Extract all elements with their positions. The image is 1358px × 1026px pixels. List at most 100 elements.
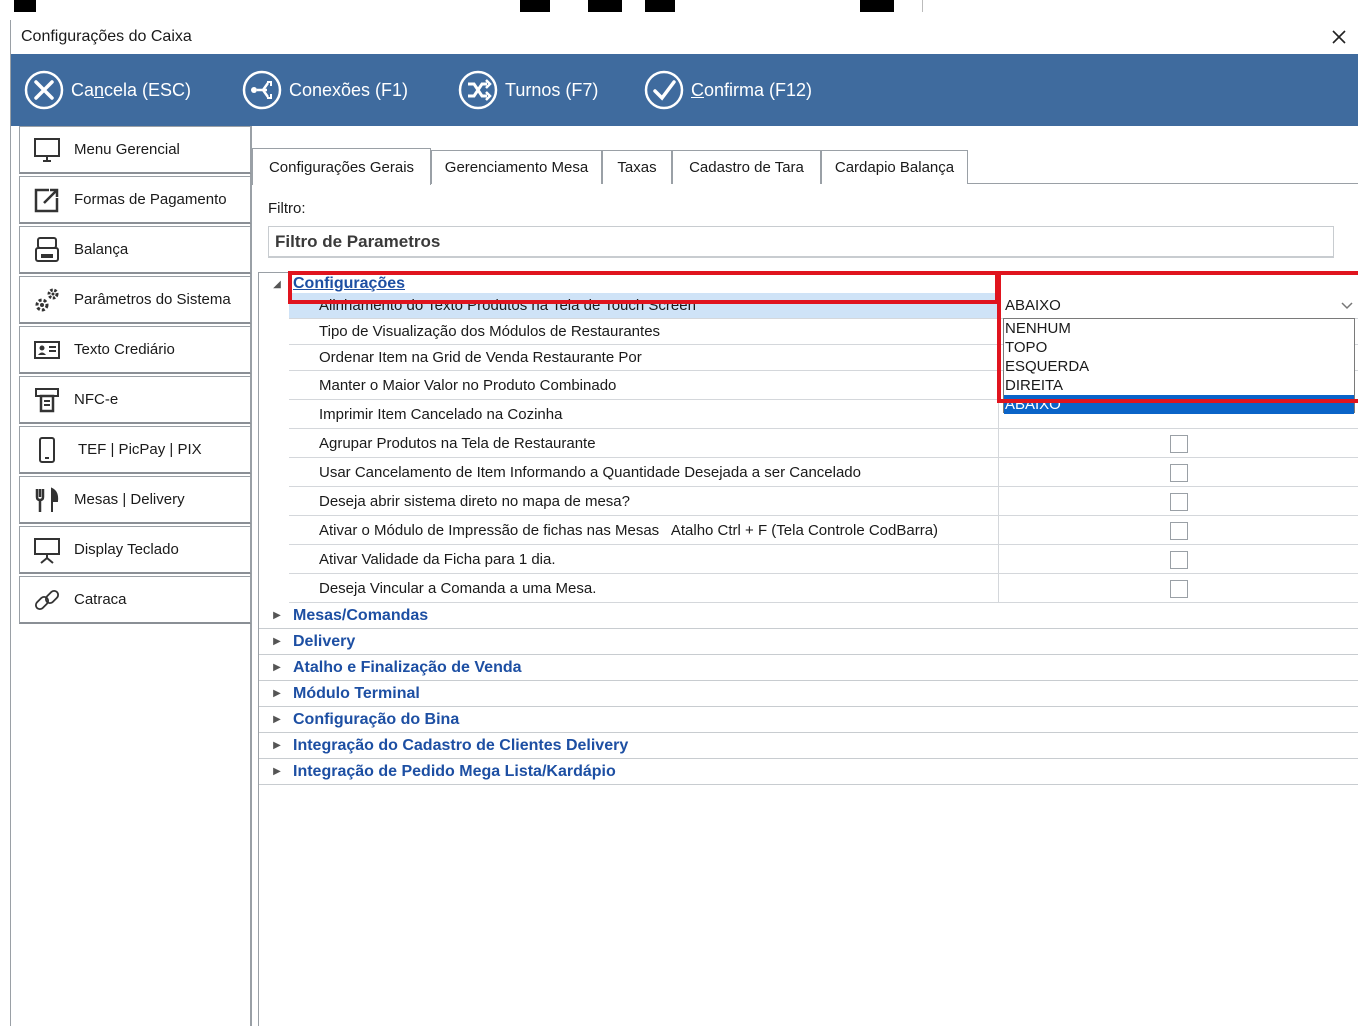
connections-button[interactable]: Conexões (F1) (241, 67, 408, 113)
sidebar-item-menu-gerencial[interactable]: Menu Gerencial (19, 126, 251, 174)
sidebar-item-label: Texto Crediário (74, 341, 175, 358)
property-checkbox[interactable] (1170, 493, 1188, 511)
sidebar-item-catraca[interactable]: Catraca (19, 576, 251, 624)
property-row-abrir-mapa-mesa[interactable]: Deseja abrir sistema direto no mapa de m… (289, 487, 1358, 516)
property-name: Ativar Validade da Ficha para 1 dia. (289, 545, 999, 573)
cropped-glyph (520, 0, 550, 12)
dropdown-option-topo[interactable]: TOPO (1004, 338, 1354, 357)
filter-label: Filtro: (268, 200, 306, 217)
sidebar-item-nfc-e[interactable]: NFC-e (19, 376, 251, 424)
category-atalho-finalizacao[interactable]: ▶ Atalho e Finalização de Venda (259, 655, 1358, 681)
sidebar-item-balanca[interactable]: Balança (19, 226, 251, 274)
category-integracao-pedido-mega-lista[interactable]: ▶ Integração de Pedido Mega Lista/Kardáp… (259, 759, 1358, 785)
cropped-glyph (645, 0, 675, 12)
property-checkbox[interactable] (1170, 435, 1188, 453)
property-name: Manter o Maior Valor no Produto Combinad… (289, 371, 999, 399)
chain-link-icon (34, 589, 60, 610)
tab-taxas[interactable]: Taxas (602, 150, 672, 184)
expand-arrow-icon: ▶ (273, 636, 281, 647)
property-row-validade-ficha[interactable]: Ativar Validade da Ficha para 1 dia. (289, 545, 1358, 574)
main-panel: Configurações Gerais Gerenciamento Mesa … (251, 126, 1358, 1026)
property-name: Usar Cancelamento de Item Informando a Q… (289, 458, 999, 486)
sidebar-item-label: Balança (74, 241, 129, 258)
tab-bar: Configurações Gerais Gerenciamento Mesa … (252, 148, 1358, 185)
smartphone-icon (39, 436, 55, 463)
tab-gerenciamento-mesa[interactable]: Gerenciamento Mesa (431, 150, 602, 184)
property-checkbox[interactable] (1170, 580, 1188, 598)
category-modulo-terminal[interactable]: ▶ Módulo Terminal (259, 681, 1358, 707)
shuffle-icon (458, 70, 498, 110)
category-label: Integração de Pedido Mega Lista/Kardápio (293, 762, 616, 780)
sidebar-item-texto-crediario[interactable]: Texto Crediário (19, 326, 251, 374)
property-row-agrupar-produtos[interactable]: Agrupar Produtos na Tela de Restaurante (289, 429, 1358, 458)
tab-cadastro-de-tara[interactable]: Cadastro de Tara (672, 150, 821, 184)
settings-window: Configurações do Caixa Cancela (ESC) Con… (10, 20, 1358, 1026)
expand-arrow-icon: ▶ (273, 714, 281, 725)
cancel-label: Cancela (ESC) (71, 79, 192, 100)
sidebar-item-parametros-do-sistema[interactable]: Parâmetros do Sistema (19, 276, 251, 324)
receipt-printer-icon (35, 387, 59, 412)
property-name: Agrupar Produtos na Tela de Restaurante (289, 429, 999, 457)
tab-configuracoes-gerais[interactable]: Configurações Gerais (252, 148, 431, 185)
confirm-button[interactable]: Confirma (F12) (643, 67, 812, 113)
chevron-down-icon (1340, 302, 1353, 310)
property-row-usar-cancelamento[interactable]: Usar Cancelamento de Item Informando a Q… (289, 458, 1358, 487)
property-name: Deseja abrir sistema direto no mapa de m… (289, 487, 999, 515)
sidebar-item-display-teclado[interactable]: Display Teclado (19, 526, 251, 574)
property-name: Tipo de Visualização dos Módulos de Rest… (289, 319, 999, 344)
expand-arrow-icon: ▶ (273, 610, 281, 621)
sidebar-item-formas-de-pagamento[interactable]: Formas de Pagamento (19, 176, 251, 224)
close-button[interactable] (1324, 22, 1354, 52)
property-name: Deseja Vincular a Comanda a uma Mesa. (289, 574, 999, 602)
dropdown-option-esquerda[interactable]: ESQUERDA (1004, 357, 1354, 376)
dropdown-option-direita[interactable]: DIREITA (1004, 376, 1354, 395)
display-stand-icon (34, 537, 60, 564)
cancel-x-circle-icon (24, 70, 64, 110)
property-name: Ordenar Item na Grid de Venda Restaurant… (289, 345, 999, 370)
check-circle-icon (644, 70, 684, 110)
cancel-button[interactable]: Cancela (ESC) (23, 67, 191, 113)
toolbar: Cancela (ESC) Conexões (F1) Turnos (F7) (11, 54, 1358, 126)
gears-icon (35, 288, 59, 311)
cropped-glyph (14, 0, 36, 12)
category-configuracao-bina[interactable]: ▶ Configuração do Bina (259, 707, 1358, 733)
id-card-icon (34, 340, 60, 359)
dropdown-value[interactable]: ABAIXO (1003, 295, 1355, 317)
dropdown-option-nenhum[interactable]: NENHUM (1004, 319, 1354, 338)
property-name: Alinhamento do Texto Produtos na Tela de… (289, 293, 999, 318)
expand-arrow-icon: ▶ (273, 766, 281, 777)
category-label: Mesas/Comandas (293, 606, 429, 624)
dropdown-arrow[interactable] (1338, 295, 1355, 317)
shifts-button[interactable]: Turnos (F7) (457, 67, 598, 113)
sidebar-item-mesas-delivery[interactable]: Mesas | Delivery (19, 476, 251, 524)
sidebar-item-label: Display Teclado (74, 541, 179, 558)
property-checkbox[interactable] (1170, 464, 1188, 482)
category-integracao-clientes-delivery[interactable]: ▶ Integração do Cadastro de Clientes Del… (259, 733, 1358, 759)
category-label: Delivery (293, 632, 356, 650)
category-label: Atalho e Finalização de Venda (293, 658, 522, 676)
dropdown-option-abaixo[interactable]: ABAIXO (1004, 395, 1354, 414)
collapse-arrow-icon: ◢ (273, 278, 281, 290)
category-mesas-comandas[interactable]: ▶ Mesas/Comandas (259, 603, 1358, 629)
cropped-header-strip (0, 0, 1358, 12)
external-link-icon (34, 188, 59, 212)
category-configuracoes[interactable]: ◢ Configurações (259, 273, 1358, 295)
dropdown-list: NENHUM TOPO ESQUERDA DIREITA ABAIXO (1003, 318, 1355, 414)
property-row-vincular-comanda[interactable]: Deseja Vincular a Comanda a uma Mesa. (289, 574, 1358, 603)
category-label: Módulo Terminal (293, 684, 420, 702)
window-title: Configurações do Caixa (21, 28, 192, 45)
category-delivery[interactable]: ▶ Delivery (259, 629, 1358, 655)
property-checkbox[interactable] (1170, 522, 1188, 540)
connections-label: Conexões (F1) (289, 79, 409, 100)
property-row-modulo-impressao-fichas[interactable]: Ativar o Módulo de Impressão de fichas n… (289, 516, 1358, 545)
sidebar-item-tef-picpay-pix[interactable]: TEF | PicPay | PIX (19, 426, 251, 474)
sidebar-item-label: Catraca (74, 591, 127, 608)
category-label: Configurações (293, 275, 406, 292)
sidebar-item-label: NFC-e (74, 391, 119, 408)
filter-input[interactable] (268, 226, 1334, 258)
shifts-label: Turnos (F7) (505, 79, 599, 100)
expand-arrow-icon: ▶ (273, 740, 281, 751)
property-checkbox[interactable] (1170, 551, 1188, 569)
tab-cardapio-balanca[interactable]: Cardapio Balança (821, 150, 968, 184)
sidebar-item-label: Mesas | Delivery (74, 491, 185, 508)
